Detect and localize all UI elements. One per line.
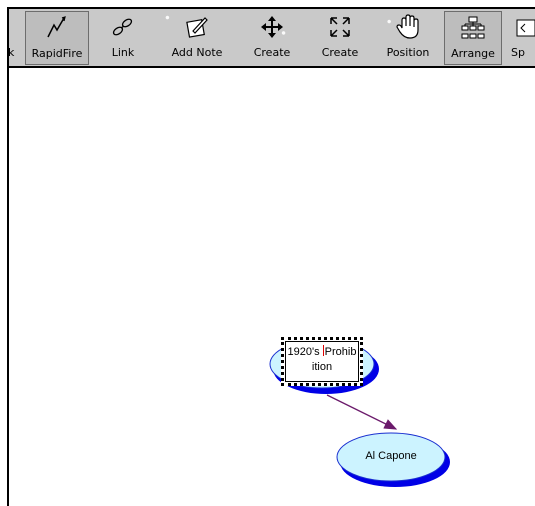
tool-arrange[interactable]: Arrange — [444, 11, 502, 65]
create-expand-arrows-icon — [330, 17, 350, 37]
tool-label: Create — [321, 46, 359, 59]
partial-sp-icon — [516, 19, 535, 37]
text-caret — [322, 345, 324, 356]
node-text-line2: ition — [311, 361, 333, 373]
toolbar: k RapidFire Link Add Note — [9, 9, 535, 68]
create-move-arrows-icon — [261, 16, 283, 38]
tool-partial-left[interactable]: k — [9, 11, 17, 65]
tool-label: Add Note — [171, 46, 223, 59]
tool-rapidfire[interactable]: RapidFire — [25, 11, 89, 65]
tool-add-note[interactable]: Add Note — [159, 11, 235, 65]
tool-partial-right[interactable]: Sp — [509, 11, 535, 65]
node-text-field[interactable]: 1920's Prohib ition — [285, 341, 359, 382]
tool-link[interactable]: Link — [95, 11, 151, 65]
tool-label: Sp — [511, 46, 525, 59]
hierarchy-arrange-icon — [461, 16, 485, 39]
tool-label: Create — [253, 46, 291, 59]
node-text-editor[interactable]: 1920's Prohib ition — [281, 337, 363, 386]
tool-create-2[interactable]: Create — [309, 11, 371, 65]
node-text-part1: 1920's — [287, 346, 323, 358]
node-label-al-capone: Al Capone — [365, 450, 417, 462]
diagram-canvas[interactable] — [9, 68, 535, 506]
rapidfire-lightning-icon — [47, 16, 66, 38]
tool-position[interactable]: Position — [377, 11, 439, 65]
link-chain-icon — [112, 18, 133, 36]
tool-label: k — [9, 46, 14, 59]
pencil-note-icon — [186, 17, 208, 38]
tool-label: Position — [386, 46, 430, 59]
tool-label: Arrange — [451, 47, 495, 60]
tool-label: RapidFire — [31, 47, 83, 60]
map-window: k RapidFire Link Add Note — [7, 7, 535, 506]
hand-icon — [396, 14, 419, 39]
tool-create[interactable]: Create — [241, 11, 303, 65]
node-text-part2: Prohib — [324, 346, 357, 358]
tool-label: Link — [111, 46, 135, 59]
